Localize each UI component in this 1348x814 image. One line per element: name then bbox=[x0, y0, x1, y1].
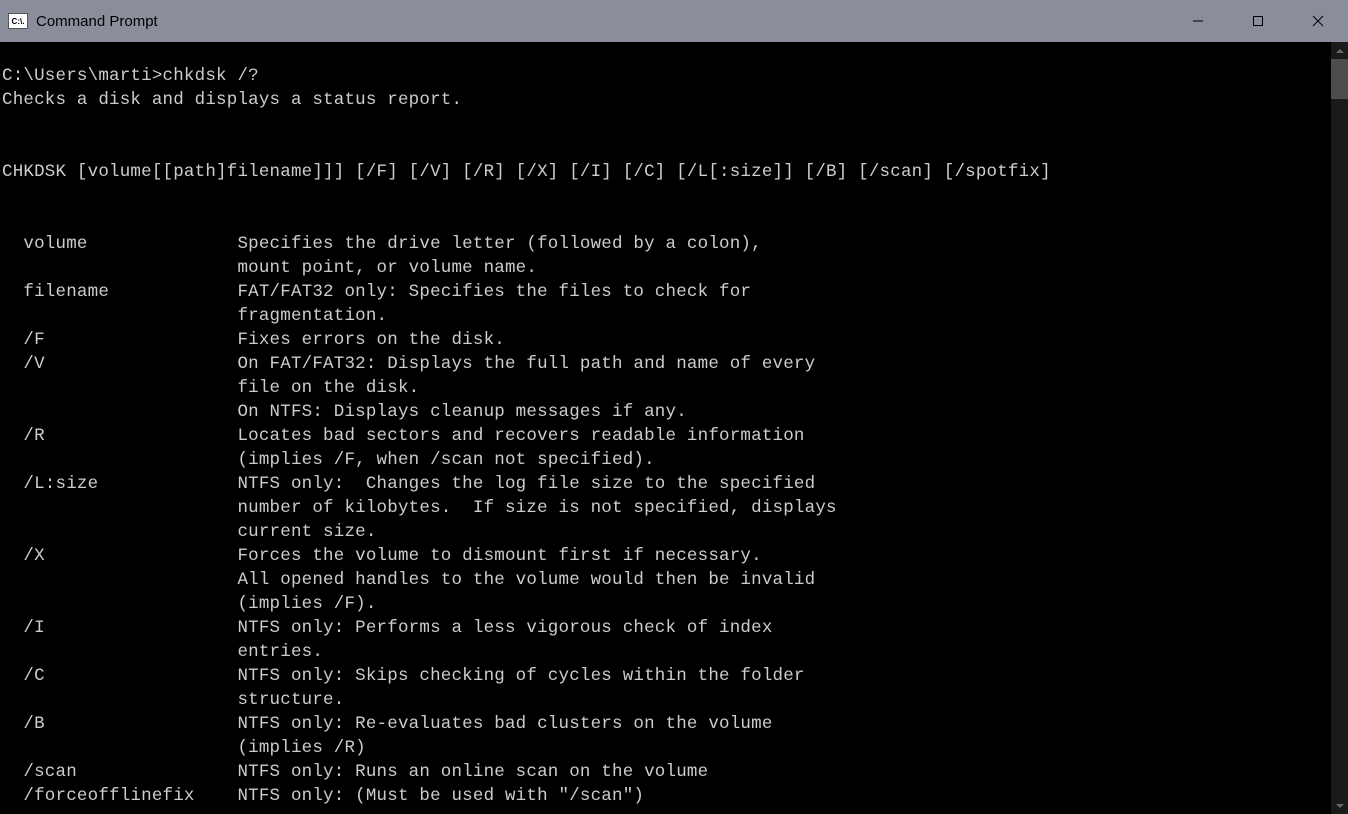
minimize-button[interactable] bbox=[1168, 0, 1228, 42]
titlebar-left: C:\. Command Prompt bbox=[8, 13, 158, 30]
chevron-down-icon bbox=[1336, 804, 1344, 808]
scroll-up-button[interactable] bbox=[1331, 42, 1348, 59]
terminal-wrap: C:\Users\marti>chkdsk /? Checks a disk a… bbox=[0, 42, 1348, 814]
scroll-thumb[interactable] bbox=[1331, 59, 1348, 99]
scroll-down-button[interactable] bbox=[1331, 797, 1348, 814]
close-icon bbox=[1312, 15, 1324, 27]
window-controls bbox=[1168, 0, 1348, 42]
window-title: Command Prompt bbox=[36, 13, 158, 30]
terminal-output[interactable]: C:\Users\marti>chkdsk /? Checks a disk a… bbox=[0, 42, 1331, 814]
maximize-button[interactable] bbox=[1228, 0, 1288, 42]
minimize-icon bbox=[1192, 15, 1204, 27]
titlebar[interactable]: C:\. Command Prompt bbox=[0, 0, 1348, 42]
maximize-icon bbox=[1252, 15, 1264, 27]
scrollbar[interactable] bbox=[1331, 42, 1348, 814]
chevron-up-icon bbox=[1336, 49, 1344, 53]
close-button[interactable] bbox=[1288, 0, 1348, 42]
cmd-icon: C:\. bbox=[8, 13, 28, 29]
